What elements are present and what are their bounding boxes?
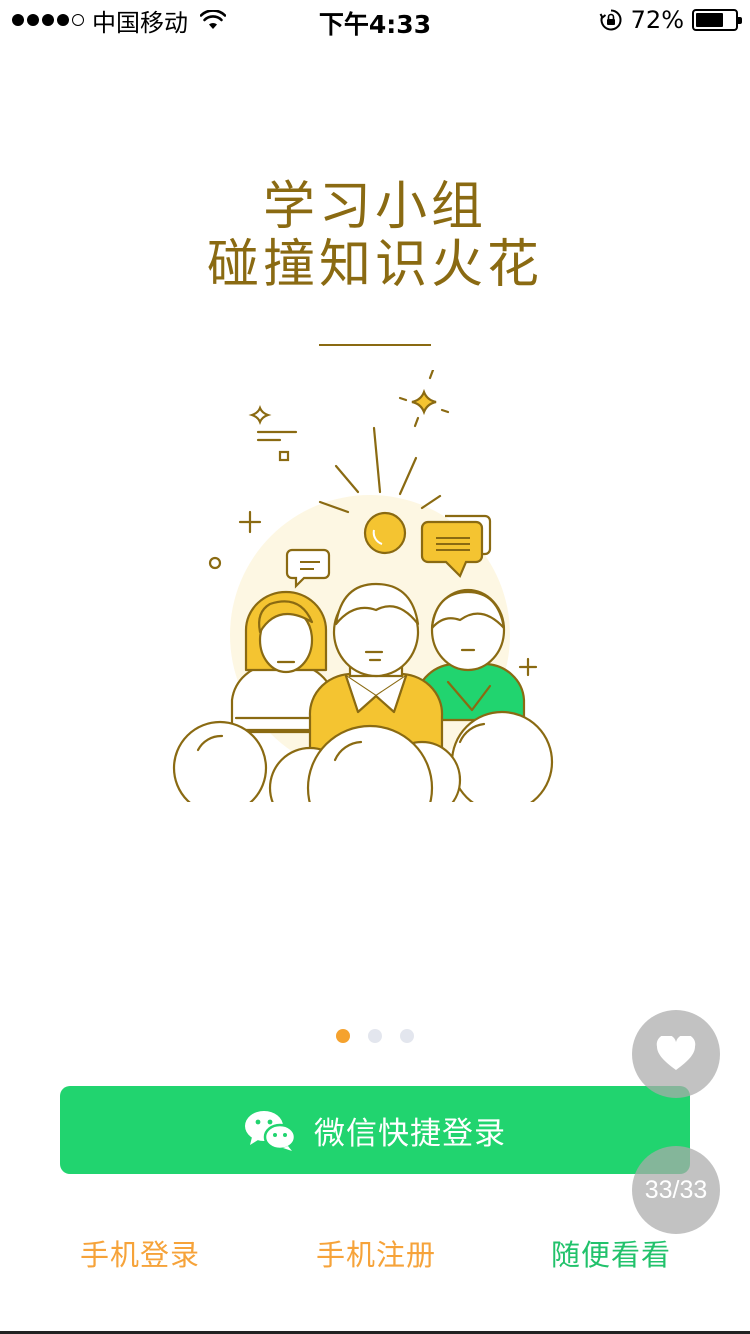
headline-divider xyxy=(319,344,431,346)
hero-headline: 学习小组 碰撞知识火花 xyxy=(0,178,750,294)
wechat-login-label: 微信快捷登录 xyxy=(314,1115,506,1152)
hero-title-line2: 碰撞知识火花 xyxy=(206,235,543,295)
bottom-links: 手机登录 手机注册 随便看看 xyxy=(0,1232,750,1278)
battery-percent: 72% xyxy=(630,6,684,34)
heart-icon xyxy=(656,1036,696,1070)
status-right: 72% xyxy=(599,6,742,34)
status-bar: 中国移动 下午4:33 72% xyxy=(0,0,750,40)
wechat-icon xyxy=(245,1111,296,1151)
study-group-people-illustration xyxy=(160,370,580,820)
hero-title-line1: 学习小组 xyxy=(262,177,487,237)
page-dot-2[interactable] xyxy=(368,1029,382,1043)
battery-icon xyxy=(692,9,742,31)
favorite-button[interactable] xyxy=(632,1010,720,1098)
phone-login-link[interactable]: 手机登录 xyxy=(80,1232,200,1274)
phone-register-link[interactable]: 手机注册 xyxy=(316,1232,436,1274)
browse-link[interactable]: 随便看看 xyxy=(551,1232,671,1274)
page-dot-3[interactable] xyxy=(400,1029,414,1043)
rotation-lock-icon xyxy=(599,9,622,31)
page-counter-badge[interactable]: 33/33 xyxy=(632,1146,720,1234)
page-dot-1[interactable] xyxy=(336,1029,350,1043)
wechat-login-button[interactable]: 微信快捷登录 xyxy=(60,1086,690,1174)
